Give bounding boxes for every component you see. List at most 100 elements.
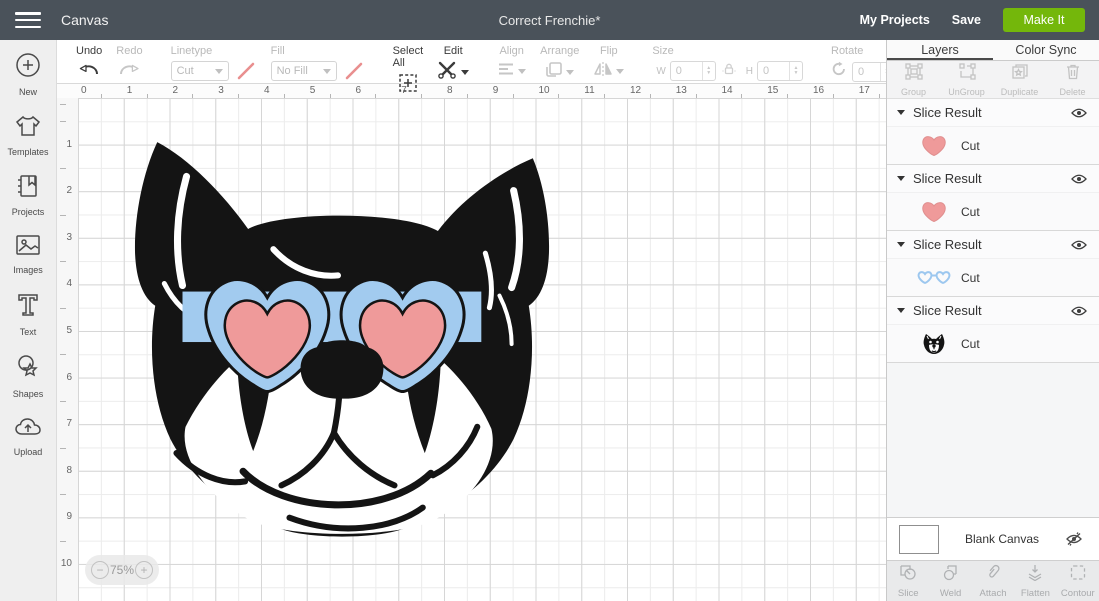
make-it-button[interactable]: Make It: [1003, 8, 1085, 32]
fill-color-swatch[interactable]: [343, 61, 365, 81]
ruler-tick: [60, 401, 66, 402]
chevron-down-icon: [461, 70, 469, 75]
flatten-button[interactable]: Flatten: [1014, 561, 1056, 601]
canvas-label: Canvas: [61, 12, 108, 28]
width-stepper[interactable]: ▲▼: [702, 62, 715, 80]
weld-button[interactable]: Weld: [929, 561, 971, 601]
layer-group-header[interactable]: Slice Result: [887, 297, 1099, 325]
ruler-tick: [467, 94, 468, 98]
zoom-out-button[interactable]: −: [91, 561, 109, 579]
chevron-down-icon[interactable]: [897, 308, 905, 313]
ruler-tick: [421, 94, 422, 98]
attach-icon: [984, 563, 1002, 586]
delete-button[interactable]: Delete: [1046, 61, 1099, 98]
tab-layers[interactable]: Layers: [887, 40, 993, 60]
layer-group-header[interactable]: Slice Result: [887, 231, 1099, 259]
slice-button[interactable]: Slice: [887, 561, 929, 601]
ruler-number: 9: [493, 85, 499, 96]
ruler-number: 15: [767, 85, 778, 96]
visibility-eye-icon[interactable]: [1071, 306, 1087, 316]
chevron-down-icon[interactable]: [897, 176, 905, 181]
chevron-down-icon[interactable]: [897, 110, 905, 115]
attach-button[interactable]: Attach: [972, 561, 1014, 601]
picture-icon: [15, 234, 41, 261]
sidebar-item-images[interactable]: Images: [13, 234, 43, 275]
lock-icon[interactable]: [722, 62, 736, 81]
save-link[interactable]: Save: [952, 13, 981, 27]
heart-glasses-thumbnail: [917, 270, 951, 285]
tshirt-icon: [15, 114, 41, 143]
ruler-tick: [238, 94, 239, 98]
layer-row[interactable]: Cut: [887, 193, 1099, 230]
tab-color-sync[interactable]: Color Sync: [993, 40, 1099, 60]
pink-heart-thumbnail: [917, 200, 951, 224]
design-canvas[interactable]: 01234567891011121314151617 12345678910 −…: [57, 84, 886, 601]
contour-button[interactable]: Contour: [1057, 561, 1099, 601]
document-title[interactable]: Correct Frenchie*: [499, 13, 601, 28]
layer-group: Slice Result Cut: [887, 231, 1099, 297]
align-button[interactable]: Align: [497, 40, 526, 83]
ruler-tick: [375, 94, 376, 98]
layer-group: Slice Result Cut: [887, 99, 1099, 165]
sidebar-item-templates[interactable]: Templates: [7, 114, 48, 157]
blank-canvas-row[interactable]: Blank Canvas: [887, 517, 1099, 560]
layers-panel: Layers Color Sync Group UnGroup Dupli: [886, 40, 1099, 601]
ruler-number: 0: [81, 85, 87, 96]
ruler-number: 14: [722, 85, 733, 96]
sidebar-item-new[interactable]: New: [15, 52, 41, 97]
chevron-down-icon: [215, 69, 223, 74]
ruler-number: 13: [676, 85, 687, 96]
flip-button[interactable]: Flip: [593, 40, 624, 83]
ruler-number: 3: [66, 232, 72, 243]
ruler-number: 5: [66, 325, 72, 336]
ruler-tick: [60, 308, 66, 309]
chevron-down-icon[interactable]: [897, 242, 905, 247]
trash-icon: [1065, 63, 1081, 85]
layer-row[interactable]: Cut: [887, 259, 1099, 296]
fill-dropdown[interactable]: No Fill: [271, 61, 337, 81]
ruler-tick: [284, 94, 285, 98]
edit-toolbar: Undo Redo Linetype Cut: [57, 40, 886, 84]
layer-row[interactable]: Cut: [887, 127, 1099, 164]
hamburger-menu-icon[interactable]: [15, 12, 41, 28]
width-input[interactable]: 0 ▲▼: [670, 61, 716, 81]
zoom-in-button[interactable]: +: [135, 561, 153, 579]
redo-button[interactable]: Redo: [116, 40, 142, 83]
arrange-button[interactable]: Arrange: [540, 40, 579, 83]
visibility-eye-icon[interactable]: [1071, 108, 1087, 118]
zoom-control: − 75% +: [85, 555, 159, 585]
ruler-number: 1: [127, 85, 133, 96]
ruler-number: 16: [813, 85, 824, 96]
ruler-number: 8: [66, 465, 72, 476]
height-input[interactable]: 0 ▲▼: [757, 61, 803, 81]
linetype-color-swatch[interactable]: [235, 61, 257, 81]
sidebar-item-text[interactable]: Text: [15, 292, 41, 337]
ruler-number: 2: [173, 85, 179, 96]
frenchie-design[interactable]: [130, 132, 554, 544]
linetype-dropdown[interactable]: Cut: [171, 61, 229, 81]
select-all-icon: [398, 73, 418, 93]
visibility-eye-icon[interactable]: [1071, 240, 1087, 250]
edit-button[interactable]: Edit: [437, 40, 469, 83]
sidebar-item-upload[interactable]: Upload: [14, 416, 43, 457]
canvas-grid[interactable]: [78, 98, 886, 601]
sidebar-item-projects[interactable]: Projects: [12, 174, 45, 217]
layer-group-header[interactable]: Slice Result: [887, 165, 1099, 193]
ruler-tick: [696, 94, 697, 98]
my-projects-link[interactable]: My Projects: [860, 13, 930, 27]
duplicate-button[interactable]: Duplicate: [993, 61, 1046, 98]
layer-row[interactable]: Cut: [887, 325, 1099, 362]
layer-group-header[interactable]: Slice Result: [887, 99, 1099, 127]
group-button[interactable]: Group: [887, 61, 940, 98]
visibility-eye-icon[interactable]: [1071, 174, 1087, 184]
zoom-level: 75%: [110, 563, 134, 577]
select-all-button[interactable]: Select All: [393, 40, 424, 83]
sidebar-item-shapes[interactable]: Shapes: [13, 354, 44, 399]
group-icon: [905, 63, 923, 85]
ruler-number: 10: [61, 558, 72, 569]
ruler-number: 12: [630, 85, 641, 96]
undo-button[interactable]: Undo: [76, 40, 102, 83]
visibility-off-eye-icon[interactable]: [1065, 532, 1083, 546]
ungroup-button[interactable]: UnGroup: [940, 61, 993, 98]
height-stepper[interactable]: ▲▼: [789, 62, 802, 80]
